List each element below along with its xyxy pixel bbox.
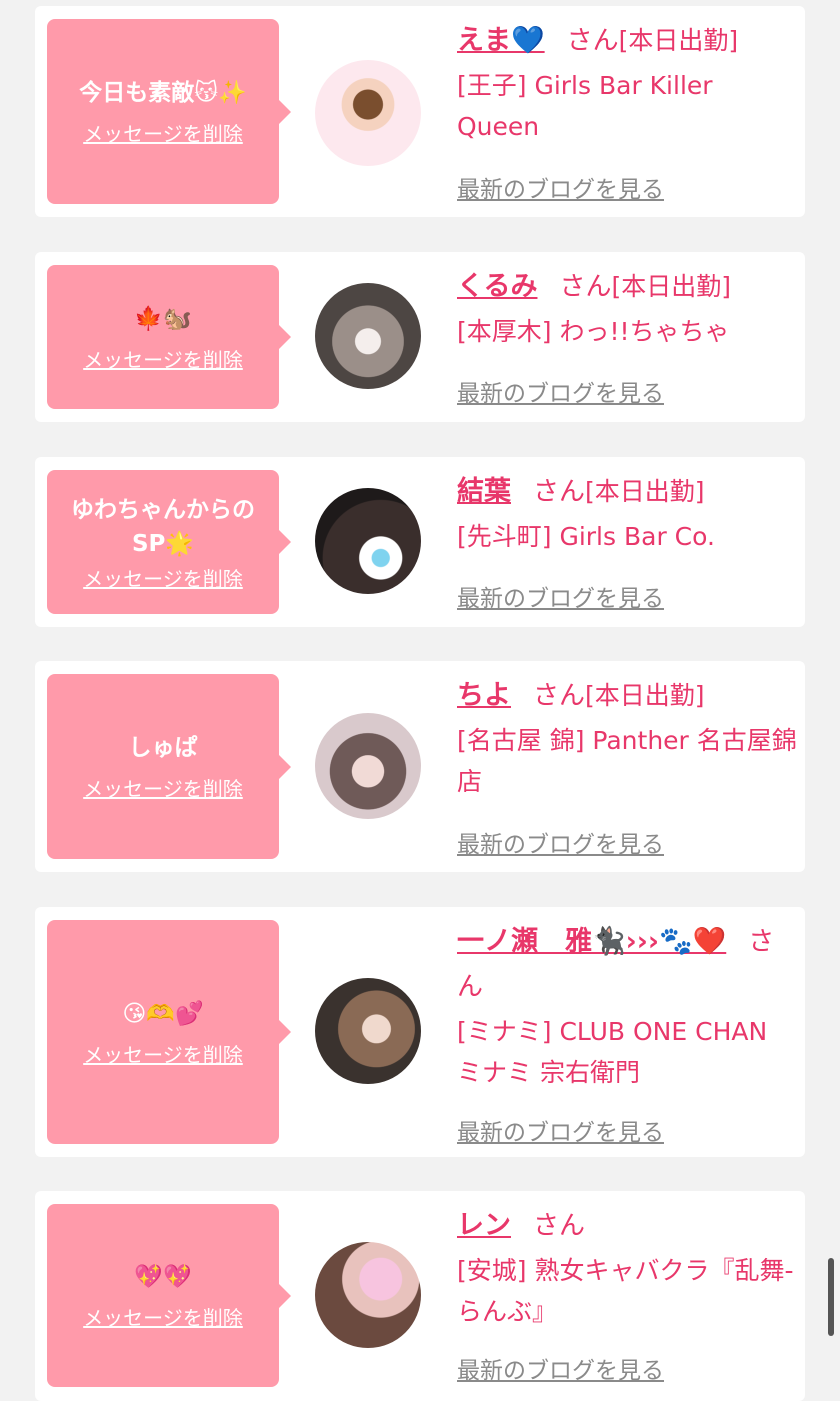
delete-message-link[interactable]: メッセージを削除 <box>83 773 243 802</box>
message-bubble: 💖💖 メッセージを削除 <box>47 1204 291 1387</box>
cast-name-link[interactable]: えま💙 <box>457 25 545 56</box>
avatar[interactable] <box>315 713 421 819</box>
scrollbar[interactable] <box>828 1258 834 1336</box>
san-label: さん <box>566 26 619 56</box>
message-text: ゆわちゃんからのSP🌟 <box>71 496 255 557</box>
status-label: [本日出勤] <box>611 272 731 301</box>
cast-card: 💖💖 メッセージを削除 レン さん [安城] 熟女キャバクラ『乱舞-らんぶ』 最新… <box>35 1191 805 1401</box>
message-text: 💖💖 <box>134 1264 192 1290</box>
cast-info: えま💙 さん[本日出勤] [王子] Girls Bar Killer Queen … <box>457 20 797 203</box>
shop-name: [安城] 熟女キャバクラ『乱舞-らんぶ』 <box>457 1256 794 1326</box>
status-label: [本日出勤] <box>618 26 739 55</box>
cast-card: 😘🫶💕 メッセージを削除 一ノ瀬 雅🐈‍⬛›››🐾❤️ さん [ミナミ] CLUB… <box>35 907 805 1157</box>
cast-card: 今日も素敵😽✨ メッセージを削除 えま💙 さん[本日出勤] [王子] Girls … <box>35 6 805 217</box>
status-label: [本日出勤] <box>585 477 705 506</box>
blog-link[interactable]: 最新のブログを見る <box>457 1351 664 1385</box>
cast-name-link[interactable]: くるみ <box>457 271 537 302</box>
shop-name: [先斗町] Girls Bar Co. <box>457 522 715 551</box>
cast-card: しゅぱ メッセージを削除 ちよ さん[本日出勤] [名古屋 錦] Panther … <box>35 661 805 872</box>
cast-name-link[interactable]: 結葉 <box>457 476 511 507</box>
delete-message-link[interactable]: メッセージを削除 <box>83 118 243 147</box>
cast-name-link[interactable]: レン <box>457 1210 511 1241</box>
message-bubble: 今日も素敵😽✨ メッセージを削除 <box>47 19 291 204</box>
avatar[interactable] <box>315 283 421 389</box>
san-label: さん <box>533 681 586 711</box>
avatar[interactable] <box>315 1242 421 1348</box>
status-label: [本日出勤] <box>585 681 705 710</box>
cast-name-link[interactable]: 一ノ瀬 雅🐈‍⬛›››🐾❤️ <box>457 926 726 957</box>
cast-info: くるみ さん[本日出勤] [本厚木] わっ!!ちゃちゃ 最新のブログを見る <box>457 266 797 407</box>
delete-message-link[interactable]: メッセージを削除 <box>83 563 243 592</box>
delete-message-link[interactable]: メッセージを削除 <box>83 344 243 373</box>
cast-info: レン さん [安城] 熟女キャバクラ『乱舞-らんぶ』 最新のブログを見る <box>457 1205 797 1384</box>
cast-card: 🍁🐿️ メッセージを削除 くるみ さん[本日出勤] [本厚木] わっ!!ちゃちゃ … <box>35 252 805 422</box>
san-label: さん <box>533 477 586 507</box>
message-bubble: ゆわちゃんからのSP🌟 メッセージを削除 <box>47 470 291 614</box>
cast-card: ゆわちゃんからのSP🌟 メッセージを削除 結葉 さん[本日出勤] [先斗町] Gi… <box>35 457 805 627</box>
cast-name-link[interactable]: ちよ <box>457 680 511 711</box>
message-bubble: 🍁🐿️ メッセージを削除 <box>47 265 291 409</box>
avatar[interactable] <box>315 978 421 1084</box>
avatar[interactable] <box>315 60 421 166</box>
message-text: 🍁🐿️ <box>134 305 192 332</box>
delete-message-link[interactable]: メッセージを削除 <box>83 1302 243 1331</box>
message-text: 😘🫶💕 <box>122 1000 204 1027</box>
blog-link[interactable]: 最新のブログを見る <box>457 170 664 204</box>
cast-info: ちよ さん[本日出勤] [名古屋 錦] Panther 名古屋錦店 最新のブログを… <box>457 675 797 858</box>
message-bubble: 😘🫶💕 メッセージを削除 <box>47 920 291 1144</box>
blog-link[interactable]: 最新のブログを見る <box>457 579 664 613</box>
cast-info: 一ノ瀬 雅🐈‍⬛›››🐾❤️ さん [ミナミ] CLUB ONE CHAN ミナミ… <box>457 921 797 1146</box>
san-label: さん <box>533 1211 586 1241</box>
message-text: しゅぱ <box>128 735 198 761</box>
cast-info: 結葉 さん[本日出勤] [先斗町] Girls Bar Co. 最新のブログを見る <box>457 471 797 612</box>
blog-link[interactable]: 最新のブログを見る <box>457 1113 664 1147</box>
avatar[interactable] <box>315 488 421 594</box>
shop-name: [名古屋 錦] Panther 名古屋錦店 <box>457 726 797 796</box>
blog-link[interactable]: 最新のブログを見る <box>457 825 664 859</box>
message-text: 今日も素敵😽✨ <box>79 80 247 106</box>
message-bubble: しゅぱ メッセージを削除 <box>47 674 291 859</box>
delete-message-link[interactable]: メッセージを削除 <box>83 1039 243 1068</box>
shop-name: [ミナミ] CLUB ONE CHAN ミナミ 宗右衛門 <box>457 1017 768 1087</box>
shop-name: [王子] Girls Bar Killer Queen <box>457 71 713 141</box>
san-label: さん <box>559 272 612 302</box>
shop-name: [本厚木] わっ!!ちゃちゃ <box>457 317 730 346</box>
blog-link[interactable]: 最新のブログを見る <box>457 374 664 408</box>
